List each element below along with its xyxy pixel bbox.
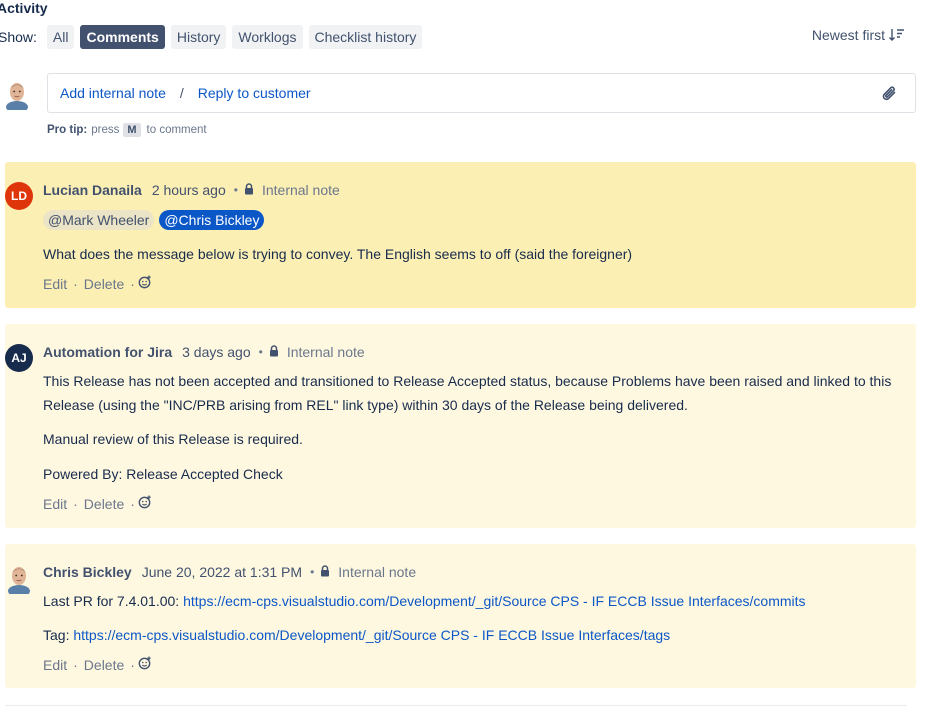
add-reaction-icon[interactable] [138, 495, 152, 512]
divider [5, 705, 907, 706]
comment-author[interactable]: Automation for Jira [43, 344, 172, 360]
comment-header: Lucian Danaila 2 hours ago • Internal no… [43, 182, 340, 198]
tag-line-prefix: Tag: [43, 627, 74, 643]
visibility-label: Internal note [286, 344, 365, 360]
current-user-avatar [5, 80, 29, 113]
show-label: Show: [0, 29, 37, 45]
composer-separator: / [179, 85, 184, 101]
comment-composer[interactable]: Add internal note / Reply to customer [47, 73, 916, 113]
comment-body: @Mark Wheeler @Chris Bickley [43, 208, 916, 232]
mention-mark-wheeler[interactable]: @Mark Wheeler [43, 210, 155, 230]
reply-to-customer-link[interactable]: Reply to customer [198, 85, 311, 101]
pro-tip: Pro tip: press M to comment [47, 123, 207, 137]
delete-button[interactable]: Delete [84, 276, 124, 292]
author-avatar [7, 564, 31, 594]
comment-author[interactable]: Chris Bickley [43, 564, 132, 580]
visibility-label: Internal note [338, 564, 417, 580]
comment-header: Automation for Jira 3 days ago • Interna… [43, 344, 365, 360]
comment-paragraph: Powered By: Release Accepted Check [43, 466, 283, 482]
comment-item: LD Lucian Danaila 2 hours ago • Internal… [5, 162, 916, 308]
author-avatar: AJ [5, 344, 33, 372]
sort-order-label: Newest first [811, 27, 885, 43]
tags-link[interactable]: https://ecm-cps.visualstudio.com/Develop… [73, 627, 670, 643]
visibility-label: Internal note [261, 182, 340, 198]
delete-button[interactable]: Delete [84, 657, 124, 673]
pro-tip-key: M [123, 123, 141, 137]
comment-paragraph: Last PR for 7.4.01.00: https://ecm-cps.v… [43, 589, 916, 613]
comment-item: AJ Automation for Jira 3 days ago • Inte… [5, 324, 916, 528]
attachment-icon[interactable] [880, 84, 900, 107]
lock-icon [320, 564, 330, 580]
pro-tip-label: Pro tip: [47, 124, 88, 136]
comment-item: Chris Bickley June 20, 2022 at 1:31 PM •… [5, 544, 916, 688]
lock-icon [269, 344, 279, 360]
pr-line-prefix: Last PR for 7.4.01.00: [43, 593, 184, 609]
author-avatar: LD [5, 182, 33, 210]
separator-dot: • [233, 183, 238, 197]
add-reaction-icon[interactable] [138, 275, 152, 292]
mention-chris-bickley[interactable]: @Chris Bickley [159, 210, 265, 230]
comment-paragraph: Manual review of this Release is require… [43, 431, 303, 447]
filter-history-button[interactable]: History [170, 25, 227, 49]
separator-dot: • [258, 345, 263, 359]
activity-title: Activity [0, 0, 48, 16]
edit-button[interactable]: Edit [43, 657, 67, 673]
sort-order-button[interactable]: Newest first [812, 27, 905, 43]
activity-filter-bar: Show: All Comments History Worklogs Chec… [0, 25, 428, 49]
filter-all-button[interactable]: All [46, 25, 75, 49]
comment-paragraph: Tag: https://ecm-cps.visualstudio.com/De… [43, 623, 916, 647]
comment-time[interactable]: 2 hours ago [152, 182, 226, 198]
edit-button[interactable]: Edit [43, 276, 67, 292]
comment-paragraph: This Release has not been accepted and t… [43, 373, 892, 413]
pro-tip-press: press [91, 124, 120, 136]
comment-header: Chris Bickley June 20, 2022 at 1:31 PM •… [43, 564, 416, 580]
filter-worklogs-button[interactable]: Worklogs [232, 25, 303, 49]
filter-comments-button[interactable]: Comments [80, 25, 165, 49]
edit-button[interactable]: Edit [43, 496, 67, 512]
comment-time[interactable]: June 20, 2022 at 1:31 PM [142, 564, 302, 580]
filter-checklist-history-button[interactable]: Checklist history [308, 25, 423, 49]
comment-paragraph: What does the message below is trying to… [43, 246, 633, 262]
add-reaction-icon[interactable] [138, 656, 152, 673]
separator-dot: • [310, 565, 315, 579]
lock-icon [244, 182, 254, 198]
sort-descending-icon [889, 29, 904, 41]
comment-actions: Edit · Delete · [43, 495, 152, 512]
pro-tip-suffix: to comment [146, 124, 207, 136]
comment-author[interactable]: Lucian Danaila [43, 182, 142, 198]
comment-actions: Edit · Delete · [43, 656, 152, 673]
comment-time[interactable]: 3 days ago [182, 344, 251, 360]
delete-button[interactable]: Delete [84, 496, 124, 512]
add-internal-note-link[interactable]: Add internal note [60, 85, 166, 101]
commits-link[interactable]: https://ecm-cps.visualstudio.com/Develop… [183, 593, 805, 609]
comment-actions: Edit · Delete · [43, 275, 152, 292]
